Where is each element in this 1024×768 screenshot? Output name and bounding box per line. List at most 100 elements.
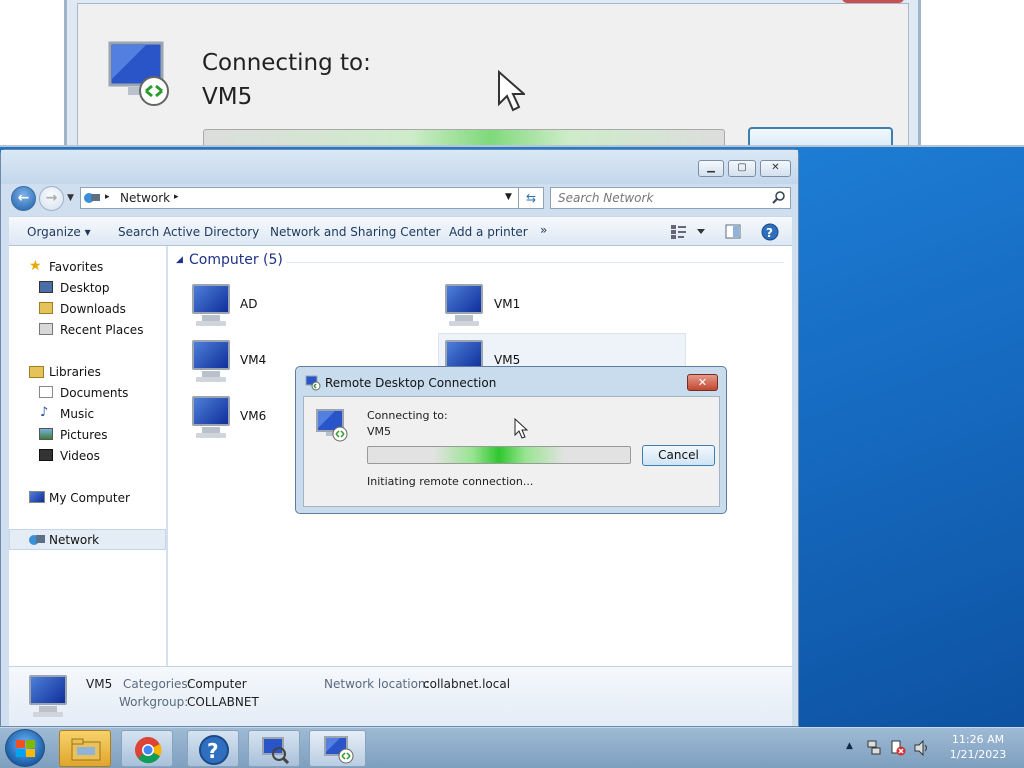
connecting-to-label: Connecting to: (367, 409, 448, 422)
search-box[interactable]: Search Network (550, 187, 791, 209)
videos-icon (39, 449, 53, 461)
address-bar[interactable]: ▸ Network ▸ ▼ (80, 187, 544, 209)
breadcrumb-chevron-icon[interactable]: ▸ (174, 192, 179, 202)
collapse-group-icon[interactable]: ◢ (176, 255, 183, 265)
computer-label-vm1[interactable]: VM1 (494, 297, 520, 311)
zoomed-connecting-label: Connecting to: (202, 50, 371, 76)
nav-recent-places[interactable]: Recent Places (60, 323, 143, 337)
computer-label-ad[interactable]: AD (240, 297, 257, 311)
computer-icon-vm1[interactable] (441, 284, 487, 328)
taskbar-explorer-button[interactable] (59, 730, 111, 767)
navigation-bar: ← → ▼ ▸ Network ▸ ▼ ⇆ Search Network (1, 184, 798, 214)
address-dropdown-icon[interactable]: ▼ (505, 192, 512, 202)
network-search-icon (262, 737, 290, 764)
computer-icon-ad[interactable] (188, 284, 234, 328)
nav-downloads[interactable]: Downloads (60, 302, 126, 316)
back-button[interactable]: ← (11, 186, 36, 211)
rdp-target-name: VM5 (367, 425, 392, 438)
cancel-button[interactable]: Cancel (642, 445, 715, 466)
details-workgroup-value: COLLABNET (187, 695, 259, 709)
documents-icon (39, 386, 53, 398)
clock[interactable]: 11:26 AM 1/21/2023 (938, 733, 1018, 761)
preview-pane-icon[interactable] (725, 224, 741, 239)
forward-button[interactable]: → (39, 186, 64, 211)
connection-progress-bar (367, 446, 631, 464)
network-sharing-center-button[interactable]: Network and Sharing Center (270, 225, 441, 239)
nav-libraries[interactable]: Libraries (49, 365, 101, 379)
group-header[interactable]: Computer (5) (189, 252, 283, 268)
taskbar-network-search-button[interactable] (248, 730, 300, 767)
add-printer-button[interactable]: Add a printer (449, 225, 528, 239)
nav-favorites[interactable]: Favorites (49, 260, 103, 274)
rdp-dialog-title: Remote Desktop Connection (325, 376, 497, 390)
help-support-icon: ? (199, 735, 229, 765)
taskbar-help-button[interactable]: ? (187, 730, 239, 767)
network-nav-icon (29, 535, 45, 545)
downloads-folder-icon (39, 302, 53, 314)
nav-documents[interactable]: Documents (60, 386, 128, 400)
action-center-icon[interactable] (890, 740, 906, 756)
zoomed-dialog-frame: Connecting to: VM5 (64, 0, 921, 145)
zoomed-rdp-icon (108, 41, 169, 106)
rdp-close-button[interactable]: ✕ (687, 374, 718, 391)
search-active-directory-button[interactable]: Search Active Directory (118, 225, 259, 239)
rdp-dialog-body: Connecting to: VM5 Cancel Initiating rem… (303, 396, 720, 507)
search-input[interactable]: Search Network (558, 191, 653, 205)
details-workgroup-label: Workgroup: (119, 695, 189, 709)
details-location-label: Network location: (324, 677, 430, 691)
nav-music[interactable]: Music (60, 407, 94, 421)
computer-label-vm6[interactable]: VM6 (240, 409, 266, 423)
minimize-button[interactable]: ▁ (698, 160, 724, 177)
computer-label-vm5[interactable]: VM5 (494, 353, 520, 367)
music-icon: ♪ (40, 405, 49, 420)
title-bar[interactable]: ▁ ▢ ✕ (1, 150, 798, 184)
zoomed-cancel-button (748, 127, 893, 145)
more-commands-button[interactable]: » (540, 223, 547, 237)
zoomed-target-label: VM5 (202, 84, 253, 110)
network-status-icon[interactable] (866, 740, 882, 756)
close-button[interactable]: ✕ (760, 160, 791, 177)
show-hidden-icons-icon[interactable]: ▲ (846, 741, 853, 751)
zoomed-cursor-icon (498, 70, 525, 112)
search-icon[interactable] (772, 191, 786, 205)
chrome-icon (135, 737, 162, 764)
change-view-icon[interactable] (671, 225, 709, 239)
details-location-value: collabnet.local (423, 677, 511, 691)
command-bar: Organize ▾ Search Active Directory Netwo… (9, 216, 792, 246)
organize-button[interactable]: Organize ▾ (27, 225, 91, 239)
nav-pictures[interactable]: Pictures (60, 428, 108, 442)
group-divider (286, 262, 784, 263)
zoomed-progress-bar (203, 129, 725, 145)
taskbar-rdp-button[interactable] (309, 730, 366, 767)
pictures-icon (39, 428, 53, 440)
clock-date: 1/21/2023 (949, 748, 1007, 761)
breadcrumb-network[interactable]: Network (120, 191, 170, 205)
organize-label: Organize (27, 225, 81, 239)
computer-icon-vm4[interactable] (188, 340, 234, 384)
start-button[interactable] (5, 729, 45, 767)
windows-logo-icon (16, 740, 35, 757)
nav-videos[interactable]: Videos (60, 449, 100, 463)
maximize-button[interactable]: ▢ (728, 160, 756, 177)
computer-label-vm4[interactable]: VM4 (240, 353, 266, 367)
details-pane: VM5 Categories: Computer Workgroup: COLL… (9, 666, 792, 726)
details-name: VM5 (86, 677, 113, 691)
nav-network[interactable]: Network (49, 533, 99, 547)
nav-desktop[interactable]: Desktop (60, 281, 110, 295)
rdp-title-icon (305, 375, 321, 391)
breadcrumb-separator-icon[interactable]: ▸ (105, 192, 110, 202)
taskbar-chrome-button[interactable] (121, 730, 173, 767)
network-icon (84, 193, 100, 203)
rdp-taskbar-icon (324, 736, 354, 764)
volume-icon[interactable] (914, 740, 930, 756)
svg-text:?: ? (766, 226, 773, 240)
nav-my-computer[interactable]: My Computer (49, 491, 130, 505)
clock-time: 11:26 AM (951, 733, 1005, 746)
refresh-button[interactable]: ⇆ (518, 187, 544, 209)
system-tray: ▲ 11:26 AM 1/21/2023 (840, 728, 1024, 768)
help-icon[interactable]: ? (761, 223, 779, 241)
navigation-pane: ★ Favorites Desktop Downloads Recent Pla… (9, 246, 167, 666)
connection-status-text: Initiating remote connection... (367, 475, 534, 488)
computer-icon-vm6[interactable] (188, 396, 234, 440)
recent-pages-dropdown-icon[interactable]: ▼ (67, 193, 74, 203)
